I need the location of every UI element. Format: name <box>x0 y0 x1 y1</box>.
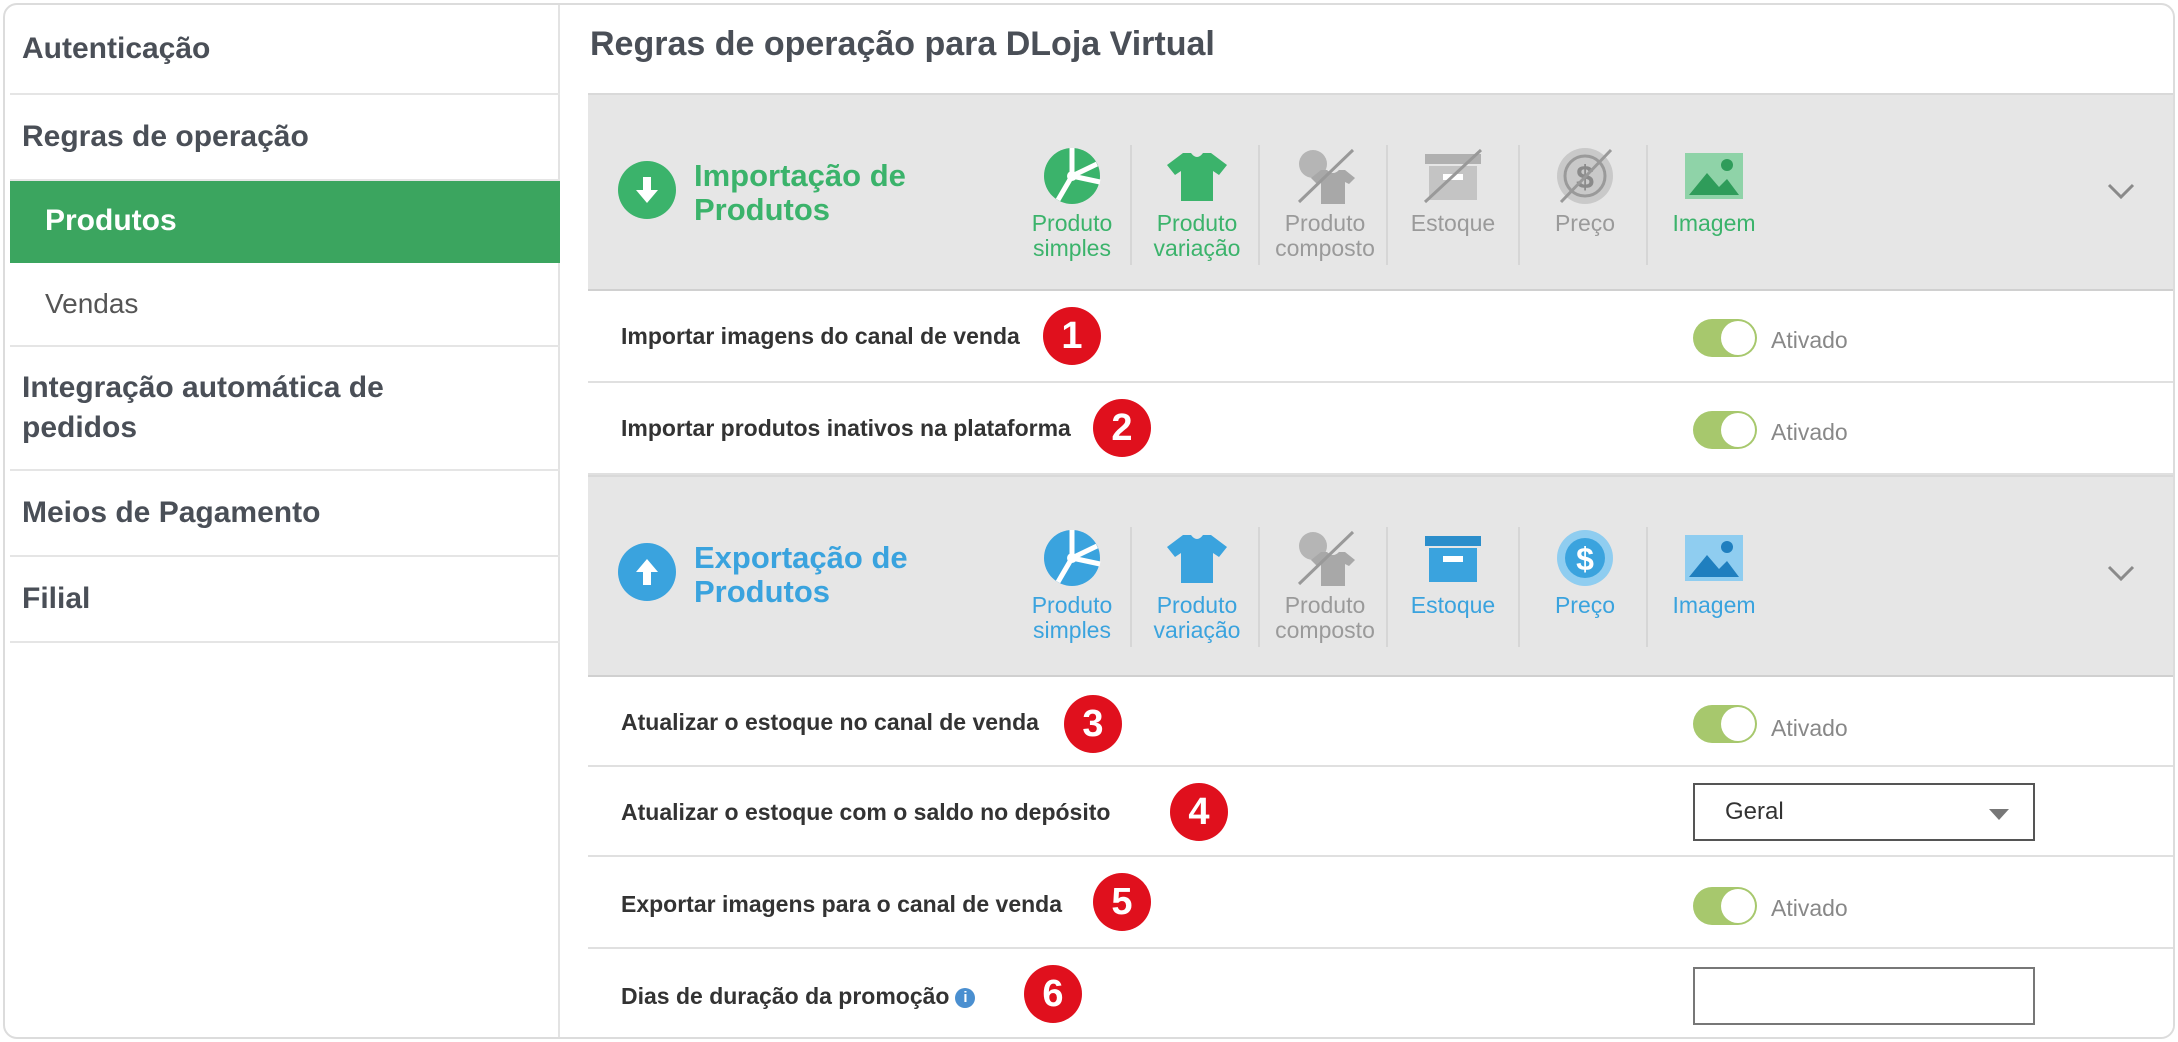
sidebar-item-autenticacao[interactable]: Autenticação <box>10 5 560 95</box>
price-coin-icon: $ <box>1522 145 1648 207</box>
sidebar-item-label: Regras de operação <box>22 120 309 153</box>
toggle-switch[interactable] <box>1693 705 1757 743</box>
page-title: Regras de operação para DLoja Virtual <box>590 25 1215 63</box>
sidebar-item-label: Autenticação <box>22 32 211 65</box>
chevron-down-icon[interactable] <box>2101 171 2141 211</box>
tile-import-preco[interactable]: $ Preço <box>1522 145 1648 273</box>
toggle-switch[interactable] <box>1693 319 1757 357</box>
tile-import-imagem[interactable]: Imagem <box>1651 145 1777 273</box>
rule-label: Atualizar o estoque com o saldo no depós… <box>621 799 1111 825</box>
step-badge: 5 <box>1093 873 1151 931</box>
sidebar-item-filial[interactable]: Filial <box>10 557 560 643</box>
sidebar-item-vendas[interactable]: Vendas <box>10 263 560 347</box>
step-badge: 1 <box>1043 307 1101 365</box>
image-icon <box>1651 527 1777 589</box>
tile-export-estoque[interactable]: Estoque <box>1390 527 1516 655</box>
toggle-status: Ativado <box>1771 715 1848 741</box>
export-section-title: Exportação de Produtos <box>694 540 908 609</box>
tile-import-produto-composto[interactable]: Produto composto <box>1262 145 1388 273</box>
settings-window: Autenticação Regras de operação Produtos… <box>3 3 2175 1039</box>
rule-label: Dias de duração da promoção <box>621 983 950 1009</box>
step-badge: 4 <box>1170 783 1228 841</box>
rule-row-importar-imagens: Importar imagens do canal de venda 1 Ati… <box>588 291 2173 383</box>
composite-product-icon <box>1262 527 1388 589</box>
rule-row-dias-promocao: Dias de duração da promoção i 6 <box>588 949 2173 1037</box>
step-badge: 3 <box>1064 695 1122 753</box>
toggle-status: Ativado <box>1771 419 1848 445</box>
rule-row-exportar-imagens: Exportar imagens para o canal de venda 5… <box>588 857 2173 949</box>
tshirt-icon <box>1134 527 1260 589</box>
tile-export-produto-variacao[interactable]: Produto variação <box>1134 527 1260 655</box>
toggle-status: Ativado <box>1771 895 1848 921</box>
toggle-status: Ativado <box>1771 327 1848 353</box>
sidebar-item-label: Integração automática de pedidos <box>22 371 384 444</box>
step-badge: 2 <box>1093 399 1151 457</box>
import-section-title: Importação de Produtos <box>694 158 906 227</box>
info-icon[interactable]: i <box>955 987 976 1008</box>
upload-arrow-icon <box>618 543 676 601</box>
sidebar-item-label: Vendas <box>45 288 139 319</box>
rule-label-wrap: Dias de duração da promoção i <box>621 983 976 1010</box>
sidebar-item-label: Filial <box>22 582 91 615</box>
price-coin-icon: $ <box>1522 527 1648 589</box>
tile-export-produto-composto[interactable]: Produto composto <box>1262 527 1388 655</box>
sidebar-nav: Autenticação Regras de operação Produtos… <box>10 5 560 1037</box>
toggle-switch[interactable] <box>1693 411 1757 449</box>
rule-label: Importar imagens do canal de venda <box>621 323 1020 349</box>
sidebar-item-label: Meios de Pagamento <box>22 496 321 529</box>
tile-import-estoque[interactable]: Estoque <box>1390 145 1516 273</box>
sidebar-item-meios-de-pagamento[interactable]: Meios de Pagamento <box>10 471 560 557</box>
dias-promocao-input[interactable] <box>1693 967 2035 1025</box>
deposito-select[interactable]: Geral <box>1693 783 2035 841</box>
rule-row-atualizar-estoque: Atualizar o estoque no canal de venda 3 … <box>588 677 2173 767</box>
import-section-header[interactable]: Importação de Produtos Produto simples Pr… <box>588 93 2173 291</box>
stock-box-icon <box>1390 527 1516 589</box>
select-value: Geral <box>1725 798 1784 825</box>
composite-product-icon <box>1262 145 1388 207</box>
sidebar-item-label: Produtos <box>45 204 177 237</box>
tile-import-produto-variacao[interactable]: Produto variação <box>1134 145 1260 273</box>
stock-box-icon <box>1390 145 1516 207</box>
rule-label: Atualizar o estoque no canal de venda <box>621 709 1039 735</box>
export-section-header[interactable]: Exportação de Produtos Produto simples Pr… <box>588 475 2173 677</box>
tile-export-imagem[interactable]: Imagem <box>1651 527 1777 655</box>
rule-label: Exportar imagens para o canal de venda <box>621 891 1062 917</box>
image-icon <box>1651 145 1777 207</box>
tile-export-preco[interactable]: $ Preço <box>1522 527 1648 655</box>
sidebar-item-produtos[interactable]: Produtos <box>10 181 560 263</box>
step-badge: 6 <box>1024 965 1082 1023</box>
tile-export-produto-simples[interactable]: Produto simples <box>1009 527 1135 655</box>
download-arrow-icon <box>618 161 676 219</box>
caret-down-icon <box>1989 809 2009 820</box>
ball-icon <box>1009 527 1135 589</box>
tshirt-icon <box>1134 145 1260 207</box>
svg-text:$: $ <box>1576 541 1594 577</box>
sidebar-item-integracao-automatica[interactable]: Integração automática de pedidos <box>10 347 560 471</box>
rule-label: Importar produtos inativos na plataforma <box>621 415 1071 441</box>
rule-row-importar-inativos: Importar produtos inativos na plataforma… <box>588 383 2173 475</box>
sidebar-item-regras-de-operacao[interactable]: Regras de operação <box>10 95 560 181</box>
toggle-switch[interactable] <box>1693 887 1757 925</box>
ball-icon <box>1009 145 1135 207</box>
rule-row-saldo-deposito: Atualizar o estoque com o saldo no depós… <box>588 767 2173 857</box>
tile-import-produto-simples[interactable]: Produto simples <box>1009 145 1135 273</box>
chevron-down-icon[interactable] <box>2101 553 2141 593</box>
